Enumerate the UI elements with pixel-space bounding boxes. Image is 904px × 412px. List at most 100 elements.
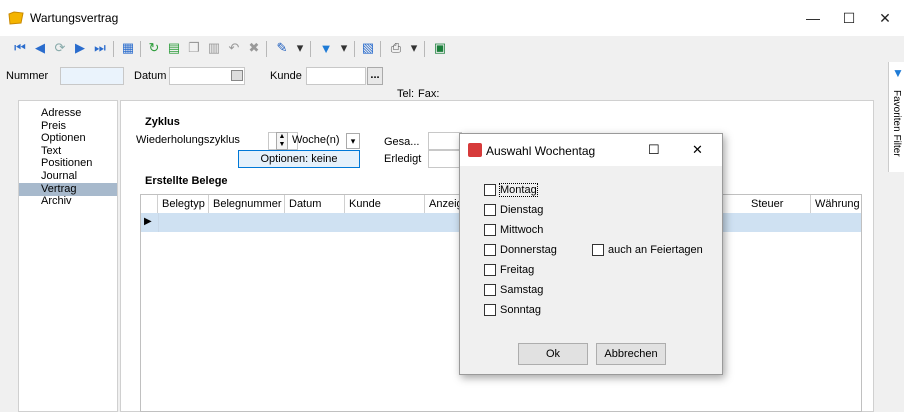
nav-item-vertrag[interactable]: Vertrag <box>19 182 117 196</box>
ok-button[interactable]: Ok <box>518 343 588 365</box>
zyklus-spinner[interactable]: ▲ ▼ <box>276 132 288 150</box>
toolbar: ⏮ ◀ ⟳ ▶ ⏭ ▦ ↻ ▤ ❐ ▥ ↶ ✖ ✎ ▾ ▼ ▾ ▧ ⎙ ▾ ▣ <box>0 36 904 62</box>
tel-label: Tel: <box>397 88 415 100</box>
column-header[interactable]: Steuer <box>747 195 811 213</box>
weekday-checkbox-freitag[interactable]: Freitag <box>484 262 534 278</box>
pin-dropdown-icon[interactable]: ▾ <box>292 40 308 56</box>
favoriten-filter-tab[interactable]: ▼ Favoriten Filter <box>888 62 904 172</box>
toolbar-separator <box>266 41 267 57</box>
nav-item-optionen[interactable]: Optionen <box>19 132 117 145</box>
filter-dropdown-icon[interactable]: ▾ <box>336 40 352 56</box>
refresh-record-icon[interactable]: ⟳ <box>52 40 68 56</box>
checkbox-box[interactable] <box>484 264 496 276</box>
print-icon[interactable]: ⎙ <box>388 40 404 56</box>
nav-item-archiv[interactable]: Archiv <box>19 195 117 208</box>
pin-icon[interactable]: ✎ <box>274 40 290 56</box>
main-window: Wartungsvertrag — ☐ ✕ ⏮ ◀ ⟳ ▶ ⏭ ▦ ↻ ▤ ❐ … <box>0 0 904 412</box>
dialog-title: Auswahl Wochentag <box>486 144 596 158</box>
column-header[interactable]: Belegtyp <box>158 195 209 213</box>
row-indicator-header <box>141 195 158 213</box>
weekday-checkbox-sonntag[interactable]: Sonntag <box>484 302 541 318</box>
title-bar: Wartungsvertrag — ☐ ✕ <box>0 0 904 36</box>
column-header[interactable]: Kunde <box>345 195 425 213</box>
next-record-icon[interactable]: ▶ <box>72 40 88 56</box>
feiertage-checkbox[interactable]: auch an Feiertagen <box>592 242 703 258</box>
filter-icon[interactable]: ▼ <box>318 40 334 56</box>
checkbox-box[interactable] <box>484 204 496 216</box>
filter-icon: ▼ <box>892 66 904 80</box>
checkbox-box[interactable] <box>484 184 496 196</box>
weekday-label: Sonntag <box>500 304 541 316</box>
weekday-checkbox-samstag[interactable]: Samstag <box>484 282 543 298</box>
checkbox-box[interactable] <box>484 284 496 296</box>
weekday-checkbox-donnerstag[interactable]: Donnerstag <box>484 242 557 258</box>
calendar-icon[interactable] <box>231 70 243 81</box>
copy-record-icon[interactable]: ❐ <box>186 40 202 56</box>
checkbox-box[interactable] <box>484 244 496 256</box>
export-icon[interactable]: ▣ <box>432 40 448 56</box>
auswahl-wochentag-dialog: Auswahl Wochentag ☐ ✕ Montag Dienstag Mitt… <box>459 133 723 375</box>
dialog-app-icon <box>468 143 482 157</box>
nummer-label: Nummer <box>6 70 49 82</box>
fax-label: Fax: <box>418 88 440 100</box>
last-record-icon[interactable]: ⏭ <box>92 40 108 56</box>
checkbox-box[interactable] <box>484 304 496 316</box>
weekday-label: Montag <box>499 183 538 197</box>
section-list: Adresse Preis Optionen Text Positionen Journa… <box>18 100 118 412</box>
undo-icon[interactable]: ↶ <box>226 40 242 56</box>
gesamt-label: Gesa... <box>384 136 420 148</box>
column-header[interactable]: Datum <box>285 195 345 213</box>
nav-item-journal[interactable]: Journal <box>19 170 117 183</box>
weekday-label: Dienstag <box>500 204 544 216</box>
nav-item-adresse[interactable]: Adresse <box>19 107 117 120</box>
toolbar-separator <box>113 41 114 57</box>
abbrechen-button[interactable]: Abbrechen <box>596 343 666 365</box>
new-record-icon[interactable]: ▤ <box>166 40 182 56</box>
table-view-icon[interactable]: ▦ <box>120 40 136 56</box>
weekday-label: Samstag <box>500 284 544 296</box>
document-icon[interactable]: ▧ <box>360 40 376 56</box>
belege-heading: Erstellte Belege <box>145 175 228 187</box>
toolbar-separator <box>380 41 381 57</box>
dialog-maximize-button[interactable]: ☐ <box>648 142 660 158</box>
print-dropdown-icon[interactable]: ▾ <box>406 40 422 56</box>
save-icon[interactable]: ▥ <box>206 40 222 56</box>
checkbox-box[interactable] <box>484 224 496 236</box>
kunde-field[interactable] <box>306 67 366 85</box>
column-header[interactable]: Belegnummer <box>209 195 285 213</box>
weekday-checkbox-dienstag[interactable]: Dienstag <box>484 202 543 218</box>
zyklus-heading: Zyklus <box>145 116 180 128</box>
checkbox-box[interactable] <box>592 244 604 256</box>
reload-icon[interactable]: ↻ <box>146 40 162 56</box>
toolbar-separator <box>354 41 355 57</box>
gesamt-field[interactable] <box>428 132 462 150</box>
nummer-field[interactable] <box>60 67 124 85</box>
nav-item-text[interactable]: Text <box>19 145 117 158</box>
delete-icon[interactable]: ✖ <box>246 40 262 56</box>
zyklus-unit: Woche(n) <box>292 134 340 146</box>
close-button[interactable]: ✕ <box>862 0 904 36</box>
first-record-icon[interactable]: ⏮ <box>12 40 28 56</box>
zyklus-label: Wiederholungszyklus <box>136 134 240 146</box>
weekday-label: Mittwoch <box>500 224 544 236</box>
previous-record-icon[interactable]: ◀ <box>32 40 48 56</box>
dialog-title-bar: Auswahl Wochentag ☐ ✕ <box>460 134 722 166</box>
dialog-close-button[interactable]: ✕ <box>692 142 703 158</box>
column-header[interactable]: Währung <box>811 195 861 213</box>
feiertage-label: auch an Feiertagen <box>608 244 703 256</box>
unit-dropdown-icon[interactable]: ▾ <box>346 133 360 149</box>
kunde-label: Kunde <box>270 70 302 82</box>
app-icon <box>8 11 24 25</box>
weekday-checkbox-montag[interactable]: Montag <box>484 182 538 198</box>
favoriten-filter-label: Favoriten Filter <box>891 90 902 157</box>
weekday-label: Donnerstag <box>500 244 557 256</box>
nav-item-preis[interactable]: Preis <box>19 120 117 133</box>
toolbar-separator <box>310 41 311 57</box>
weekday-checkbox-mittwoch[interactable]: Mittwoch <box>484 222 543 238</box>
erledigt-field[interactable] <box>428 150 462 168</box>
erledigt-label: Erledigt <box>384 153 422 165</box>
optionen-button[interactable]: Optionen: keine <box>238 150 360 168</box>
window-title: Wartungsvertrag <box>30 11 119 25</box>
kunde-lookup-button[interactable]: ... <box>367 67 383 85</box>
nav-item-positionen[interactable]: Positionen <box>19 157 117 170</box>
